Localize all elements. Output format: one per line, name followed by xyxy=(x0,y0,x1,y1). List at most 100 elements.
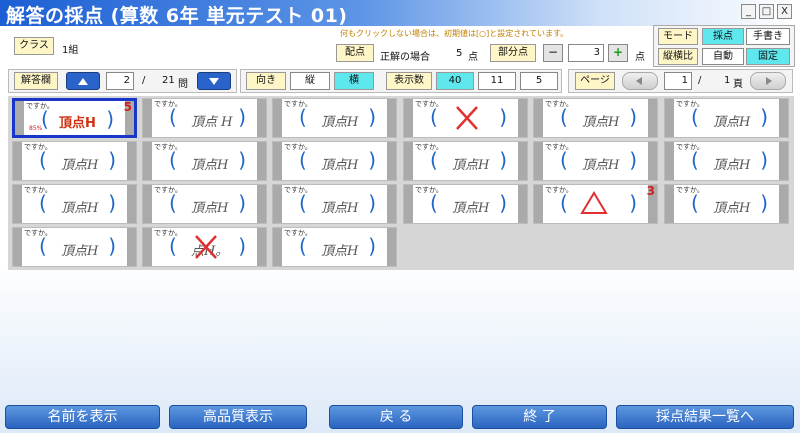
partial-value-input[interactable]: 3 xyxy=(568,44,604,62)
question-text: ですか。 xyxy=(24,229,52,237)
partial-button[interactable]: 部分点 xyxy=(490,44,536,62)
question-text: ですか。 xyxy=(284,100,312,108)
paren-left: ( xyxy=(299,191,307,215)
handwritten-answer: 頂点H xyxy=(582,115,620,130)
orientation-label: 向き xyxy=(246,72,286,90)
answer-cell[interactable]: ですか。() 点H。 xyxy=(142,227,267,267)
paren-right: ) xyxy=(629,105,637,129)
page-prev-button[interactable] xyxy=(622,72,658,90)
answer-cell[interactable]: ですか。() 頂点H xyxy=(664,184,789,224)
points-unit: 点 xyxy=(468,52,478,63)
answer-cell[interactable]: ですか。() 頂点H 5 85% xyxy=(12,98,137,138)
page-next-button[interactable] xyxy=(750,72,786,90)
exit-button[interactable]: 終 了 xyxy=(472,405,607,429)
answer-next-button[interactable] xyxy=(197,72,231,90)
arrow-up-icon xyxy=(78,78,88,85)
mode-handwriting-button[interactable]: 手書き xyxy=(746,28,790,45)
minimize-button[interactable]: _ xyxy=(741,4,756,19)
ratio-auto-button[interactable]: 自動 xyxy=(702,48,744,65)
answer-cell[interactable]: ですか。() 頂点H xyxy=(664,98,789,138)
paren-right: ) xyxy=(108,148,116,172)
paren-left: ( xyxy=(430,191,438,215)
partial-plus-button[interactable]: + xyxy=(608,44,628,62)
handwritten-answer: 頂点H xyxy=(452,201,490,216)
answer-cell[interactable]: ですか。() 頂点H xyxy=(142,184,267,224)
answer-sep: / xyxy=(142,75,146,86)
paren-left: ( xyxy=(299,105,307,129)
paren-right: ) xyxy=(368,191,376,215)
answer-cell[interactable]: ですか。() 頂点H xyxy=(272,141,397,181)
display-count-label: 表示数 xyxy=(386,72,432,90)
points-button[interactable]: 配点 xyxy=(336,44,374,62)
answer-cell[interactable]: ですか。() 頂点H xyxy=(272,184,397,224)
paren-right: ) xyxy=(108,234,116,258)
question-text: ですか。 xyxy=(284,229,312,237)
paren-right: ) xyxy=(108,191,116,215)
arrow-down-icon xyxy=(209,78,219,85)
results-list-button[interactable]: 採点結果一覧へ xyxy=(616,405,794,429)
paren-right: ) xyxy=(238,148,246,172)
page-label: ページ xyxy=(575,72,615,90)
orientation-horizontal-button[interactable]: 横 xyxy=(334,72,374,90)
paren-right: ) xyxy=(238,105,246,129)
answer-cell[interactable]: ですか。() 頂点H xyxy=(142,141,267,181)
mode-grading-button[interactable]: 採点 xyxy=(702,28,744,45)
paren-left: ( xyxy=(299,148,307,172)
display-count-40-button[interactable]: 40 xyxy=(436,72,474,90)
answer-field-label: 解答欄 xyxy=(14,72,58,90)
paren-right: ) xyxy=(238,191,246,215)
question-text: ですか。 xyxy=(545,186,573,194)
close-button[interactable]: X xyxy=(777,4,792,19)
question-text: ですか。 xyxy=(415,143,443,151)
paren-left: ( xyxy=(430,105,438,129)
answer-cell[interactable]: ですか。() 頂点H xyxy=(403,184,528,224)
handwritten-answer: 頂点H xyxy=(61,158,99,173)
confidence-text: 85% xyxy=(29,125,43,132)
paren-left: ( xyxy=(169,105,177,129)
paren-right: ) xyxy=(499,191,507,215)
orientation-vertical-button[interactable]: 縦 xyxy=(290,72,330,90)
display-count-5-button[interactable]: 5 xyxy=(520,72,558,90)
page-current-input[interactable]: 1 xyxy=(664,72,692,90)
ratio-fixed-button[interactable]: 固定 xyxy=(746,48,790,65)
handwritten-answer: 頂点H xyxy=(191,201,229,216)
handwritten-answer: 頂点H xyxy=(191,158,229,173)
page-total: 1 xyxy=(724,75,731,86)
answer-cell[interactable]: ですか。() 頂点H xyxy=(533,141,658,181)
answer-prev-button[interactable] xyxy=(66,72,100,90)
question-text: ですか。 xyxy=(415,100,443,108)
partial-mark-icon xyxy=(580,191,608,214)
paren-left: ( xyxy=(169,148,177,172)
answer-unit: 問 xyxy=(178,79,188,90)
back-button[interactable]: 戻 る xyxy=(329,405,463,429)
display-count-11-button[interactable]: 11 xyxy=(478,72,516,90)
answer-cell[interactable]: ですか。() 頂点 H xyxy=(142,98,267,138)
handwritten-answer: 頂点H xyxy=(452,158,490,173)
answer-current-input[interactable]: 2 xyxy=(106,72,134,90)
answer-cell[interactable]: ですか。() 頂点H xyxy=(12,184,137,224)
answer-cell[interactable]: ですか。() 3 xyxy=(533,184,658,224)
question-text: ですか。 xyxy=(676,143,704,151)
paren-left: ( xyxy=(169,191,177,215)
class-button[interactable]: クラス xyxy=(14,37,54,55)
handwritten-answer: 頂点H xyxy=(582,158,620,173)
maximize-button[interactable]: □ xyxy=(759,4,774,19)
notice-text: 何もクリックしない場合は、初期値は[○]と設定されています。 xyxy=(340,29,569,38)
answer-cell[interactable]: ですか。() 頂点H xyxy=(664,141,789,181)
answer-cell[interactable]: ですか。() 頂点H xyxy=(12,227,137,267)
handwritten-answer: 頂点H xyxy=(59,116,96,131)
answer-cell[interactable]: ですか。() 頂点H xyxy=(533,98,658,138)
answer-cell[interactable]: ですか。() 頂点H xyxy=(272,227,397,267)
question-text: ですか。 xyxy=(154,186,182,194)
answer-cell[interactable]: ですか。() 頂点H xyxy=(12,141,137,181)
paren-left: ( xyxy=(430,148,438,172)
question-text: ですか。 xyxy=(676,186,704,194)
partial-minus-button[interactable]: − xyxy=(543,44,563,62)
show-names-button[interactable]: 名前を表示 xyxy=(5,405,160,429)
answer-cell[interactable]: ですか。() xyxy=(403,98,528,138)
answer-cell[interactable]: ですか。() 頂点H xyxy=(403,141,528,181)
high-quality-button[interactable]: 高品質表示 xyxy=(169,405,307,429)
window-title: 解答の採点 (算数 6年 単元テスト 01) xyxy=(6,5,348,27)
answer-cell[interactable]: ですか。() 頂点H xyxy=(272,98,397,138)
question-text: ですか。 xyxy=(545,100,573,108)
